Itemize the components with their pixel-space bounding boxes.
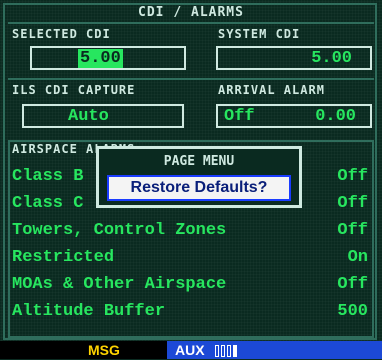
arrival-alarm-status[interactable]: Off <box>224 107 255 126</box>
arrival-alarm-label: ARRIVAL ALARM <box>218 83 325 97</box>
airspace-row[interactable]: Towers, Control Zones Off <box>12 221 368 243</box>
page-group-indicator: AUX <box>167 341 382 359</box>
system-cdi-label: SYSTEM CDI <box>218 27 301 41</box>
page-dot <box>215 345 219 357</box>
divider <box>8 22 374 24</box>
airspace-item-value[interactable]: Off <box>337 275 368 294</box>
page-dot <box>221 345 225 357</box>
airspace-item-value[interactable]: Off <box>337 167 368 186</box>
system-cdi-field: 5.00 <box>216 46 372 70</box>
ils-capture-label: ILS CDI CAPTURE <box>12 83 136 97</box>
selected-cdi-value: 5.00 <box>78 49 123 68</box>
airspace-item-label: Class C <box>12 194 84 213</box>
selected-cdi-label: SELECTED CDI <box>12 27 111 41</box>
page-menu-title: PAGE MENU <box>163 154 235 169</box>
system-cdi-value: 5.00 <box>311 49 352 68</box>
selected-cdi-field[interactable]: 5.00 <box>30 46 186 70</box>
page-title: CDI / ALARMS <box>138 5 244 20</box>
page-dot-active <box>233 345 237 357</box>
airspace-item-value[interactable]: 500 <box>337 302 368 321</box>
airspace-row[interactable]: Restricted On <box>12 248 368 270</box>
page-position-indicator <box>215 344 239 357</box>
divider <box>8 78 374 80</box>
ils-capture-field[interactable]: Auto <box>22 104 184 128</box>
airspace-item-label: Towers, Control Zones <box>12 221 227 240</box>
airspace-row[interactable]: MOAs & Other Airspace Off <box>12 275 368 297</box>
msg-indicator[interactable]: MSG <box>88 342 120 358</box>
airspace-item-value[interactable]: Off <box>337 194 368 213</box>
page-group-label: AUX <box>175 342 205 358</box>
status-bar: MSG AUX <box>0 341 382 359</box>
airspace-item-label: Restricted <box>12 248 115 267</box>
page-dot <box>227 345 231 357</box>
restore-defaults-option[interactable]: Restore Defaults? <box>107 175 291 201</box>
airspace-item-value[interactable]: On <box>348 248 368 267</box>
airspace-item-value[interactable]: Off <box>337 221 368 240</box>
airspace-item-label: Class B <box>12 167 84 186</box>
airspace-item-label: MOAs & Other Airspace <box>12 275 227 294</box>
ils-capture-value: Auto <box>68 107 109 126</box>
airspace-row[interactable]: Altitude Buffer 500 <box>12 302 368 324</box>
gps-screen: CDI / ALARMS SELECTED CDI SYSTEM CDI 5.0… <box>0 0 382 359</box>
page-menu-popup: PAGE MENU Restore Defaults? <box>96 146 302 208</box>
arrival-alarm-field[interactable]: Off 0.00 <box>216 104 372 128</box>
arrival-alarm-value[interactable]: 0.00 <box>315 107 356 126</box>
airspace-item-label: Altitude Buffer <box>12 302 166 321</box>
